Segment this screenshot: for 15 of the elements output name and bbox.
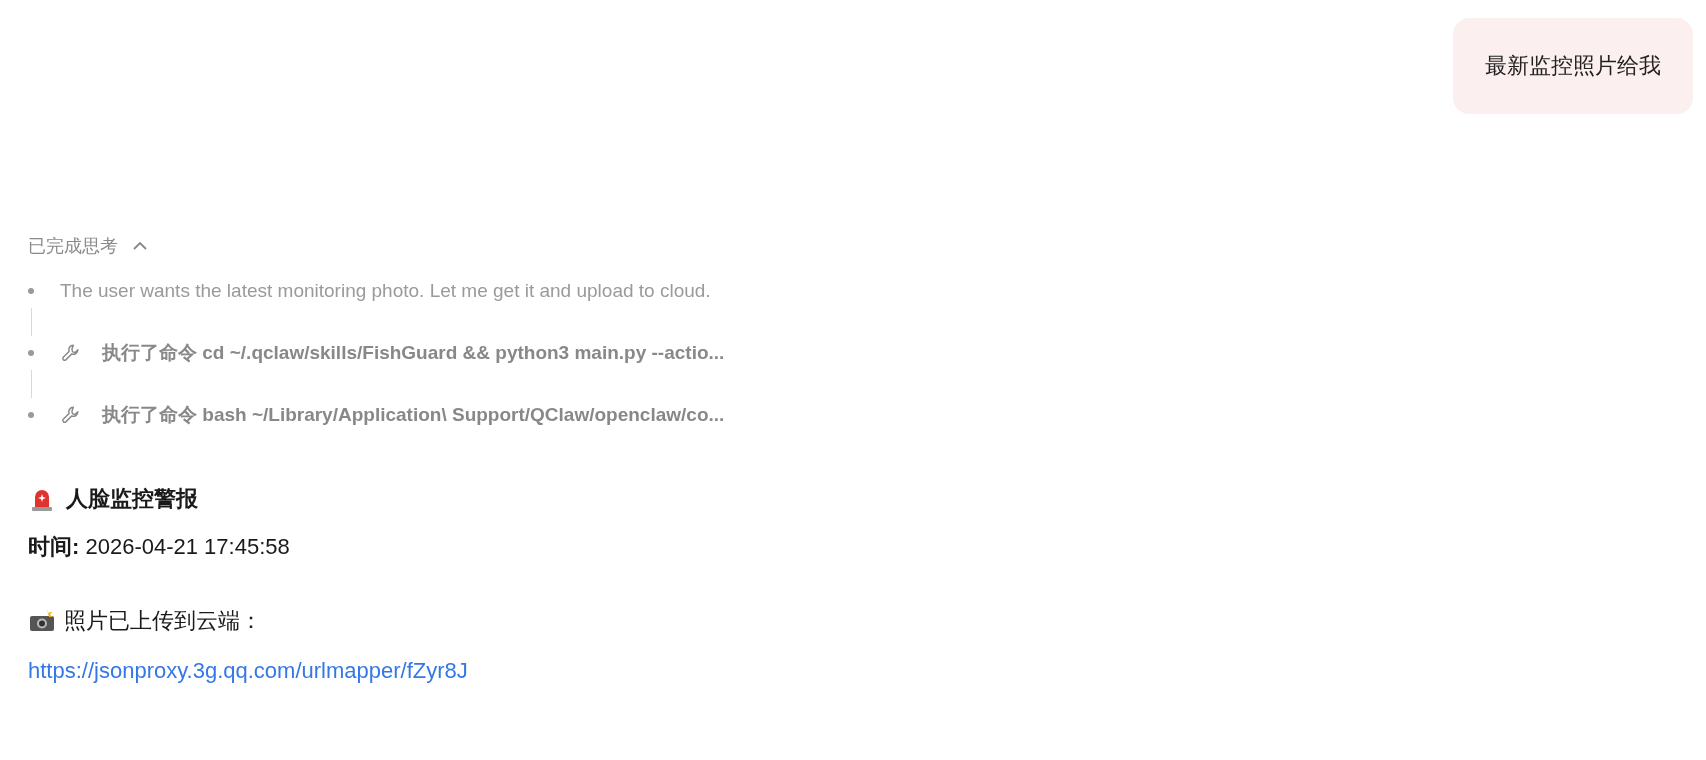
alert-time: 时间: 2026-04-21 17:45:58 bbox=[28, 533, 291, 561]
bullet-dot bbox=[28, 412, 34, 418]
thinking-toggle[interactable]: 已完成思考 bbox=[28, 234, 148, 258]
chevron-up-icon bbox=[132, 241, 148, 251]
wrench-icon bbox=[60, 342, 82, 364]
photo-link[interactable]: https://jsonproxy.3g.qq.com/urlmapper/fZyr8J bbox=[28, 658, 468, 684]
bullet-dot bbox=[28, 288, 34, 294]
thought-text: The user wants the latest monitoring photo. Let me get it and upload to cloud. bbox=[60, 280, 711, 302]
upload-message: 照片已上传到云端： bbox=[64, 607, 262, 635]
tool-step-text[interactable]: 执行了命令 cd ~/.qclaw/skills/FishGuard && python3 main.py --actio... bbox=[102, 340, 725, 366]
wrench-icon bbox=[60, 404, 82, 426]
alert-title: 人脸监控警报 bbox=[66, 485, 198, 513]
user-message-bubble: 最新监控照片给我 bbox=[1453, 18, 1693, 114]
tool-step-text[interactable]: 执行了命令 bash ~/Library/Application\ Support/QClaw/openclaw/co... bbox=[102, 402, 725, 428]
bullet-dot bbox=[28, 350, 34, 356]
